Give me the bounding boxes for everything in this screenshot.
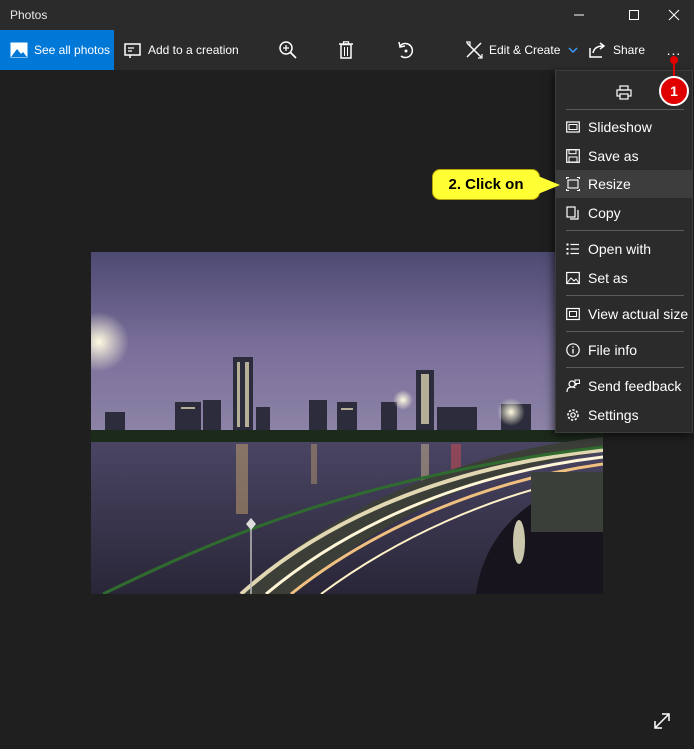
menu-item-label: Slideshow — [588, 119, 652, 135]
step-2-callout: 2. Click on — [432, 169, 540, 200]
menu-item-slideshow[interactable]: Slideshow — [556, 113, 692, 141]
menu-item-send-feedback[interactable]: Send feedback — [556, 372, 692, 400]
menu-separator — [566, 331, 684, 332]
menu-item-save-as[interactable]: Save as — [556, 142, 692, 170]
expand-icon — [654, 713, 670, 729]
actual-size-icon — [566, 307, 580, 321]
share-label: Share — [613, 43, 646, 57]
menu-separator — [566, 230, 684, 231]
title-bar: Photos — [0, 0, 694, 30]
share-icon — [589, 42, 606, 58]
menu-item-file-info[interactable]: File info — [556, 336, 692, 364]
step-2-callout-pointer — [538, 176, 560, 194]
chevron-down-icon — [568, 47, 578, 53]
zoom-button[interactable] — [278, 30, 298, 70]
menu-item-label: Set as — [588, 270, 628, 286]
gear-icon — [567, 409, 579, 421]
save-icon — [566, 149, 580, 163]
menu-item-label: Settings — [588, 407, 639, 423]
edit-create-button[interactable]: Edit & Create — [465, 30, 578, 70]
minimize-button[interactable] — [556, 0, 602, 30]
feedback-icon — [566, 379, 580, 393]
menu-item-resize[interactable]: Resize — [556, 170, 692, 198]
menu-item-label: View actual size — [588, 306, 689, 322]
menu-item-label: Resize — [588, 176, 631, 192]
edit-create-icon — [466, 41, 483, 59]
resize-icon — [566, 177, 580, 191]
close-button[interactable] — [651, 0, 694, 30]
rotate-icon — [398, 41, 414, 59]
delete-button[interactable] — [338, 30, 354, 70]
photo-icon — [10, 42, 28, 58]
see-all-photos-button[interactable]: See all photos — [0, 30, 114, 70]
maximize-icon — [629, 10, 639, 20]
menu-item-open-with[interactable]: Open with — [556, 235, 692, 263]
menu-item-label: Copy — [588, 205, 621, 221]
set-as-icon — [566, 271, 580, 285]
menu-item-label: Open with — [588, 241, 652, 257]
photo-view — [91, 252, 603, 594]
open-with-icon — [566, 243, 579, 255]
menu-item-view-actual-size[interactable]: View actual size — [556, 300, 692, 328]
menu-item-label: Send feedback — [588, 378, 682, 394]
menu-item-set-as[interactable]: Set as — [556, 264, 692, 292]
step-1-badge: 1 — [659, 76, 689, 106]
edit-create-label: Edit & Create — [489, 43, 561, 57]
info-icon — [566, 343, 580, 357]
menu-item-label: File info — [588, 342, 638, 358]
rotate-button[interactable] — [396, 30, 416, 70]
add-to-creation-button[interactable]: Add to a creation — [124, 30, 239, 70]
close-icon — [668, 9, 680, 21]
add-to-creation-label: Add to a creation — [148, 43, 239, 57]
menu-item-label: Save as — [588, 148, 639, 164]
see-all-photos-label: See all photos — [34, 43, 111, 57]
slideshow-icon — [566, 121, 580, 133]
window-title: Photos — [10, 8, 48, 22]
menu-item-settings[interactable]: Settings — [556, 401, 692, 429]
menu-separator — [566, 109, 684, 110]
trash-icon — [339, 41, 353, 59]
city-night-photo — [91, 252, 603, 594]
toolbar: See all photos Add to a creation Edit & … — [0, 30, 694, 70]
menu-separator — [566, 367, 684, 368]
copy-icon — [566, 206, 579, 220]
more-options-menu: Slideshow Save as Resize Copy Open with … — [555, 70, 693, 433]
minimize-icon — [574, 14, 584, 16]
share-button[interactable]: Share — [589, 30, 645, 70]
printer-icon — [616, 84, 632, 100]
menu-item-copy[interactable]: Copy — [556, 199, 692, 227]
add-creation-icon — [124, 43, 141, 58]
menu-separator — [566, 295, 684, 296]
zoom-in-icon — [279, 41, 297, 59]
full-screen-button[interactable] — [652, 711, 672, 731]
